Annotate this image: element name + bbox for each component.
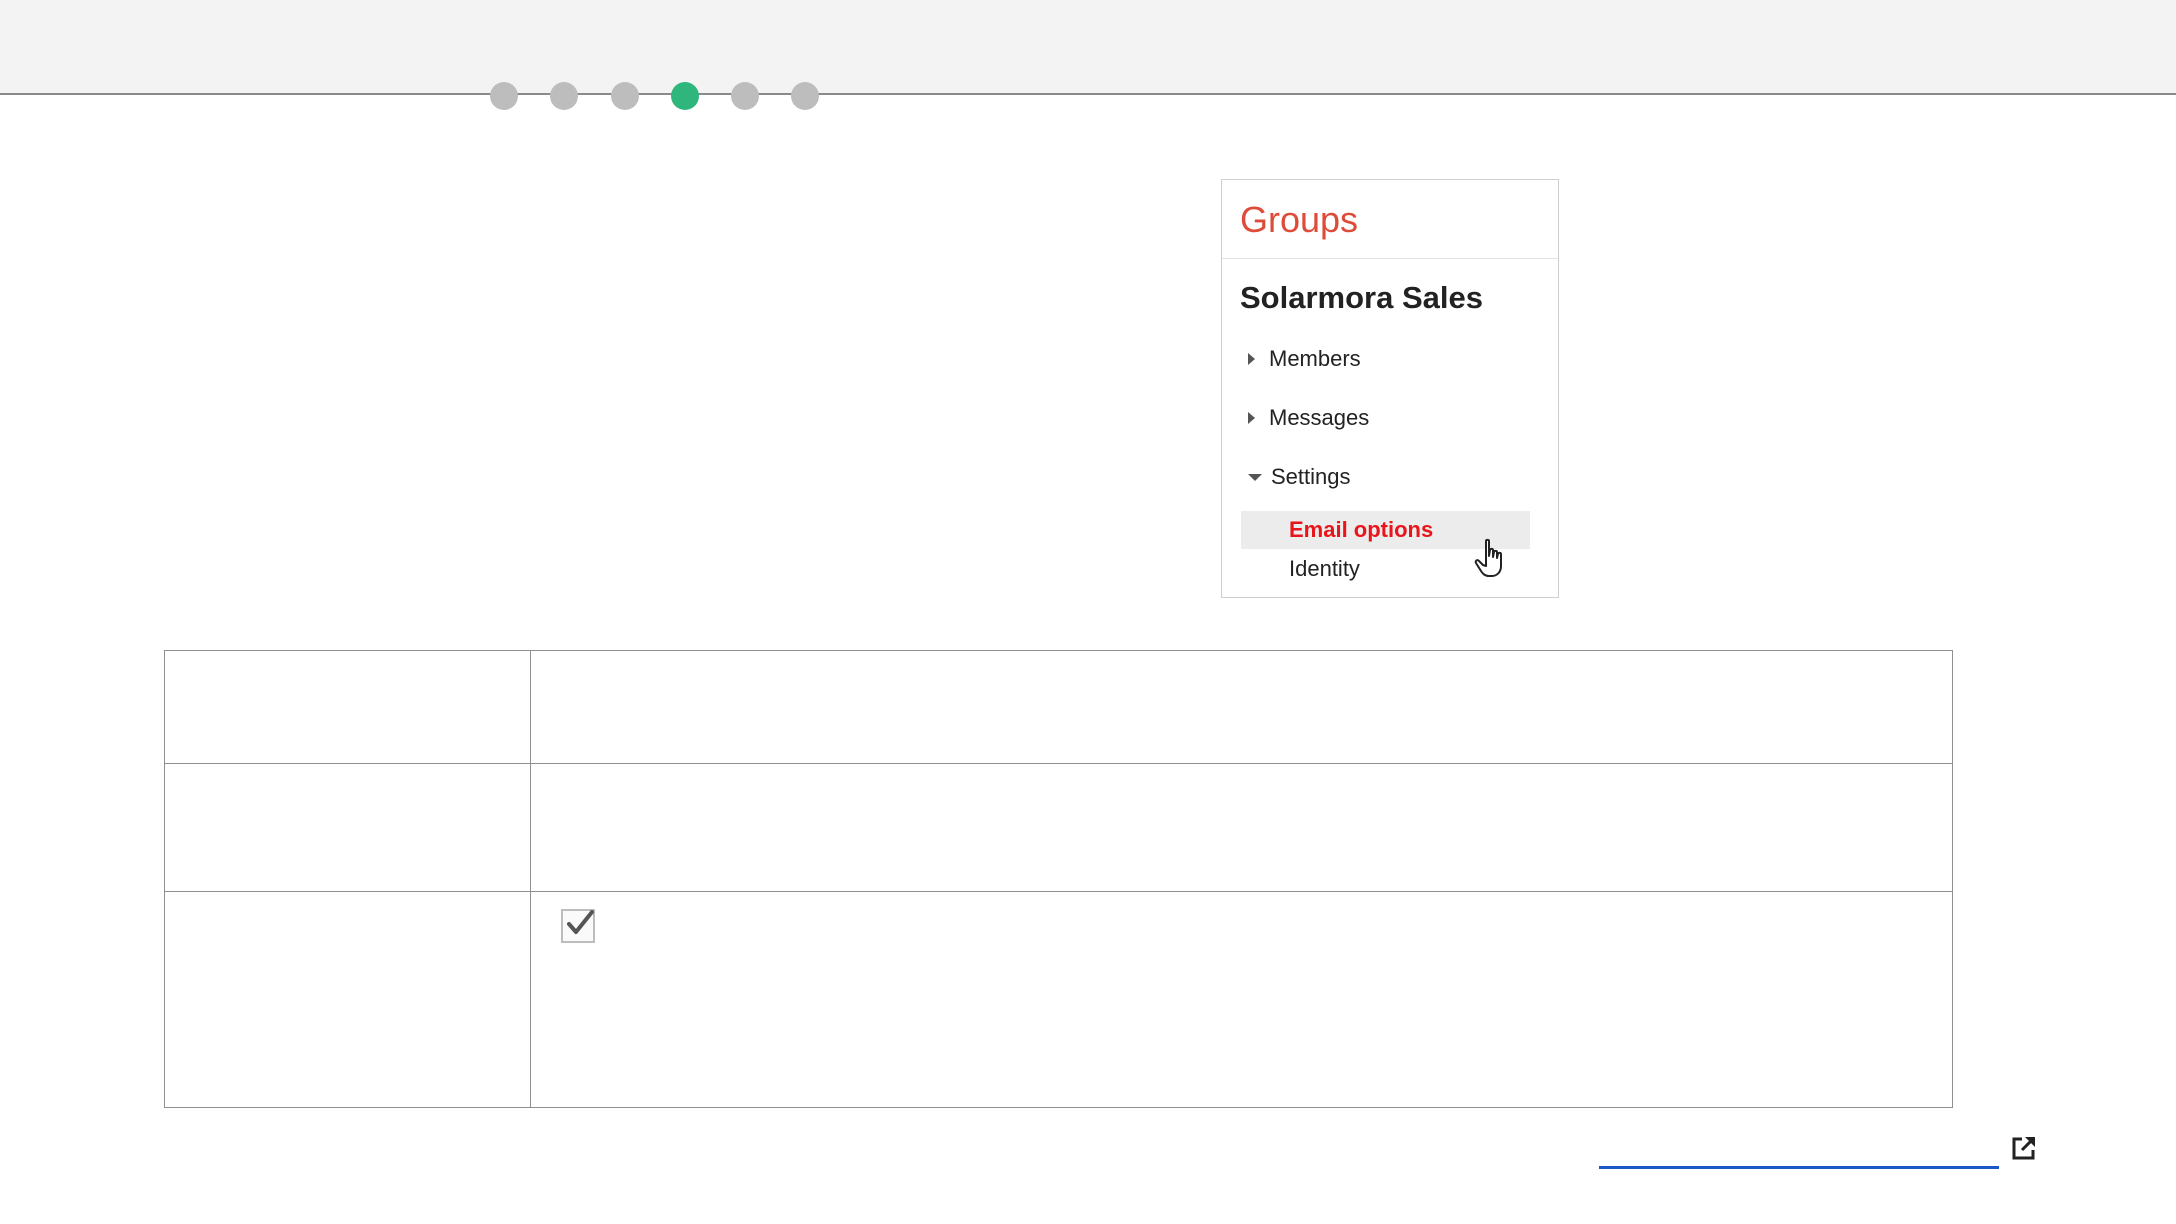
nav-messages-label: Messages — [1269, 405, 1370, 430]
nav-settings-label: Settings — [1271, 464, 1351, 489]
external-link-icon[interactable] — [2010, 1134, 2038, 1162]
nav-settings[interactable]: Settings — [1248, 464, 1351, 490]
progress-track — [0, 93, 2176, 95]
collapse-arrow-icon — [1248, 473, 1262, 481]
checkmark-icon — [567, 910, 594, 934]
table-cell-value — [530, 763, 1953, 892]
table-cell-value — [530, 649, 1953, 765]
table-row — [164, 649, 1953, 765]
step-dot-5[interactable] — [731, 82, 759, 110]
email-options-label: Email options — [1289, 517, 1434, 542]
table-cell-label — [164, 763, 531, 892]
help-link[interactable] — [1599, 1166, 1999, 1169]
step-dot-2[interactable] — [550, 82, 578, 110]
table-cell-label — [164, 649, 531, 765]
step-dot-4-current[interactable] — [671, 82, 699, 110]
settings-table — [164, 649, 1953, 1108]
settings-checkbox[interactable] — [561, 909, 595, 943]
expand-arrow-icon — [1248, 353, 1255, 365]
top-bar — [0, 0, 2176, 94]
groups-title: Groups — [1240, 199, 1359, 240]
table-cell-label — [164, 890, 531, 1108]
groups-panel: Groups Solarmora Sales Members Messages … — [1221, 179, 1559, 598]
groups-header: Groups — [1222, 180, 1558, 259]
table-row — [164, 890, 1953, 1108]
expand-arrow-icon — [1248, 412, 1255, 424]
identity-label: Identity — [1289, 556, 1360, 581]
table-cell-value — [530, 890, 1953, 1108]
group-name: Solarmora Sales — [1240, 280, 1483, 315]
nav-members[interactable]: Members — [1248, 346, 1361, 372]
step-dot-3[interactable] — [611, 82, 639, 110]
nav-members-label: Members — [1269, 346, 1361, 371]
nav-messages[interactable]: Messages — [1248, 405, 1369, 431]
hand-pointer-icon — [1474, 538, 1502, 577]
table-row — [164, 763, 1953, 892]
step-dot-1[interactable] — [490, 82, 518, 110]
step-dot-6[interactable] — [791, 82, 819, 110]
